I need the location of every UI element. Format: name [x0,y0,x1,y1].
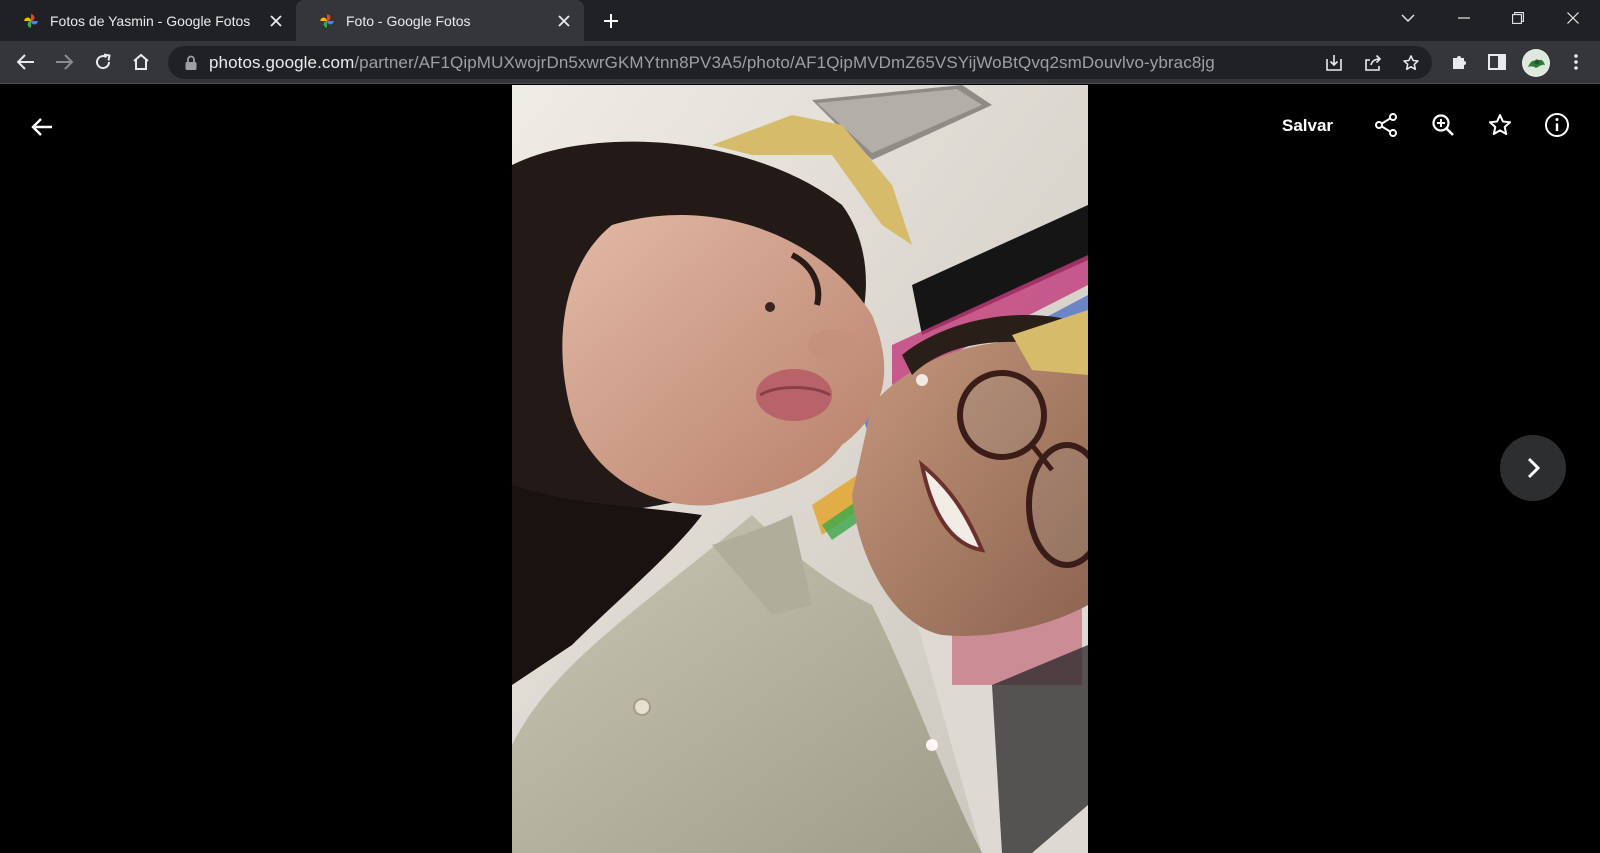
reload-icon [96,53,111,70]
url-path: /partner/AF1QipMUXwojrDn5xwrGKMYtnn8PV3A… [354,53,1215,72]
share-page-button[interactable] [1360,50,1386,76]
close-window-button[interactable] [1545,0,1600,36]
arrow-right-icon [56,54,73,70]
url-host: photos.google.com [209,53,355,72]
arrow-left-icon [31,118,52,136]
zoom-in-button[interactable] [1423,105,1463,145]
star-outline-icon [1489,114,1511,135]
share-icon [1375,113,1397,137]
star-outline-icon [1403,55,1419,71]
plus-icon [604,14,618,28]
zoom-in-icon [1432,114,1454,136]
share-button[interactable] [1366,105,1406,145]
url-text[interactable]: photos.google.com/partner/AF1QipMUXwojrD… [209,53,1215,73]
viewer-back-button[interactable] [22,107,62,147]
minimize-button[interactable] [1436,0,1492,36]
home-icon [133,53,149,70]
browser-toolbar: photos.google.com/partner/AF1QipMUXwojrD… [0,41,1600,84]
google-photos-icon [24,13,38,28]
tab-title: Foto - Google Fotos [346,12,471,29]
minimize-icon [1458,17,1470,19]
back-button[interactable] [10,46,42,78]
side-panel-icon [1488,54,1506,70]
tab-foto[interactable]: Foto - Google Fotos [296,0,584,41]
restore-button[interactable] [1490,0,1546,36]
side-panel-button[interactable] [1481,46,1513,78]
tab-close-icon[interactable] [266,11,286,31]
new-tab-button[interactable] [598,8,624,34]
forward-button[interactable] [48,46,80,78]
extensions-button[interactable] [1443,46,1475,78]
arrow-left-icon [17,54,34,70]
tab-close-icon[interactable] [554,11,574,31]
install-app-button[interactable] [1321,50,1347,76]
avatar-image [1523,50,1549,76]
selfie-photo [512,85,1088,853]
home-button[interactable] [125,46,157,78]
restore-icon [1512,12,1524,24]
bookmark-button[interactable] [1398,50,1424,76]
more-vert-icon [1574,54,1578,70]
install-icon [1326,55,1342,71]
tab-search-button[interactable] [1380,0,1436,36]
close-icon [1567,12,1579,24]
tab-strip: Fotos de Yasmin - Google Fotos Foto - Go… [0,0,1600,41]
address-bar[interactable]: photos.google.com/partner/AF1QipMUXwojrD… [168,46,1432,79]
puzzle-icon [1453,56,1466,69]
info-icon [1545,113,1569,137]
save-button[interactable]: Salvar [1282,111,1333,141]
photo-image[interactable] [512,85,1088,853]
google-photos-icon [320,13,334,28]
chevron-right-icon [1527,457,1540,479]
next-photo-button[interactable] [1500,435,1566,501]
info-button[interactable] [1537,105,1577,145]
favorite-button[interactable] [1480,105,1520,145]
lock-icon[interactable] [184,55,198,71]
share-icon [1365,54,1382,71]
browser-menu-button[interactable] [1560,46,1592,78]
tab-title: Fotos de Yasmin - Google Fotos [50,12,251,29]
chevron-down-icon [1401,14,1415,22]
photo-viewer: Salvar [0,85,1600,853]
tab-fotos-de-yasmin[interactable]: Fotos de Yasmin - Google Fotos [0,0,296,41]
reload-button[interactable] [87,46,119,78]
profile-avatar[interactable] [1522,49,1550,77]
